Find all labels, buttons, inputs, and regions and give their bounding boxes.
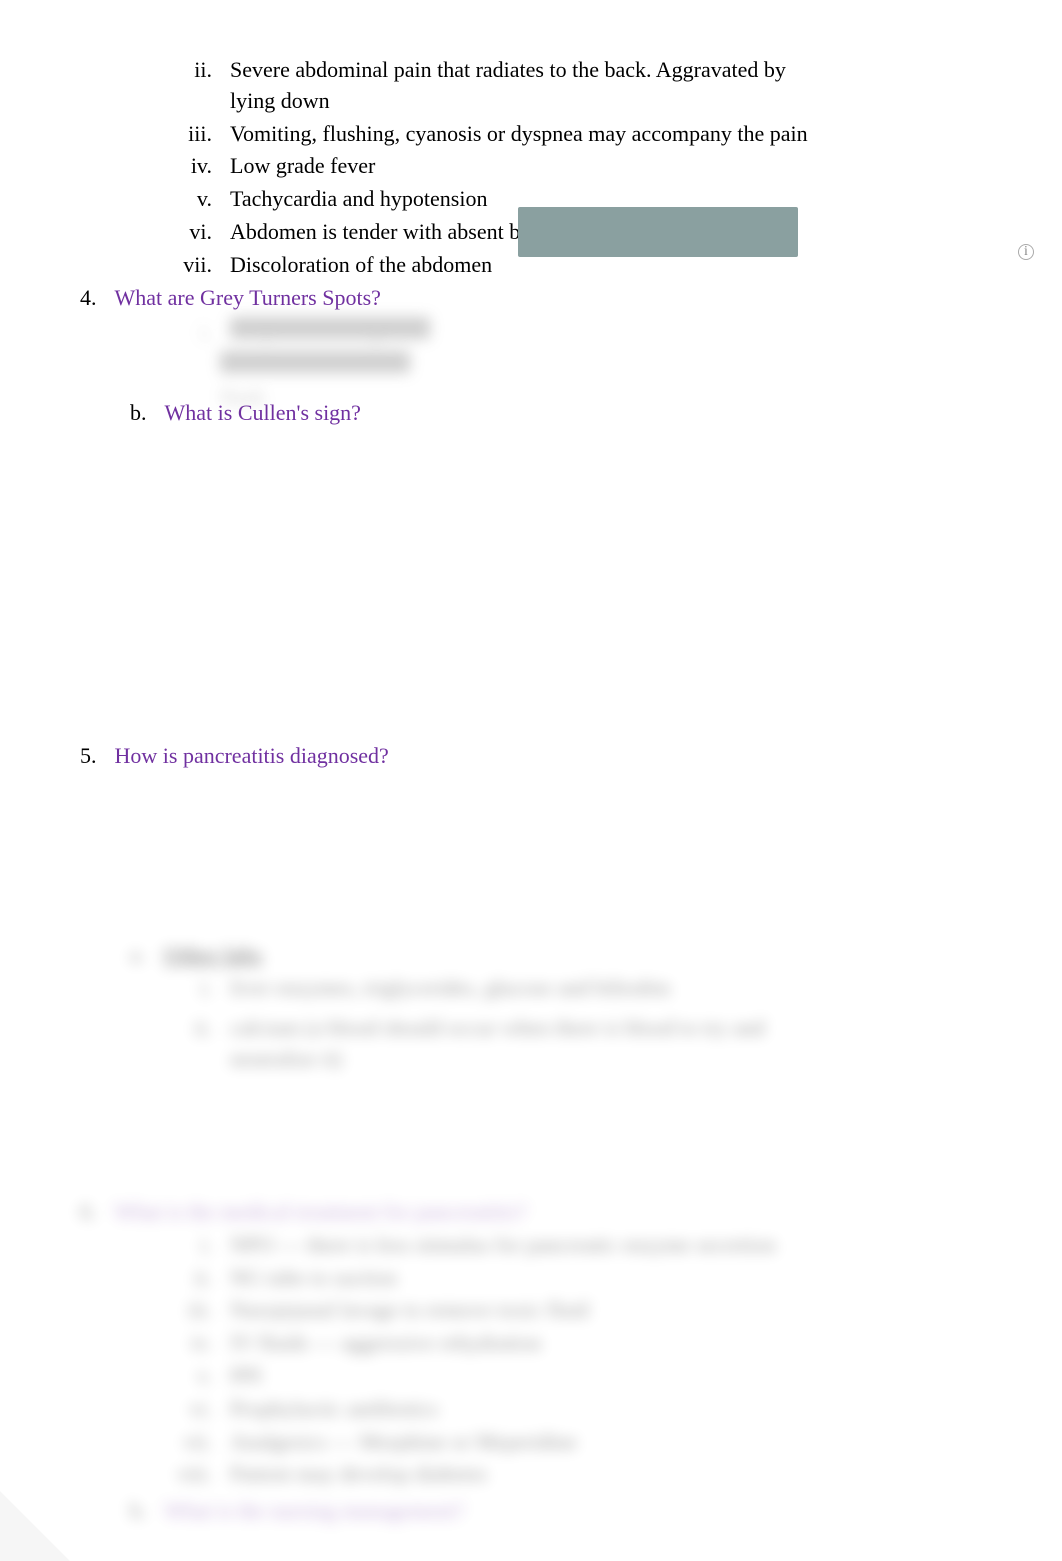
info-icon[interactable]: i — [1018, 244, 1034, 260]
list-item: iii. Nasojejunal lavage to remove toxic … — [175, 1295, 1002, 1326]
spacer — [80, 1077, 1002, 1197]
item-marker: 5. — [80, 741, 115, 772]
section-label: Other labs — [163, 940, 262, 971]
item-marker: vii. — [175, 250, 230, 281]
list-item: ii. calcium (a blood should occur when t… — [175, 1013, 1002, 1075]
question-text: What is Cullen's sign? — [165, 398, 361, 429]
list-item: ii. NG tube to suction — [175, 1263, 1002, 1294]
list-item: 4. What are Grey Turners Spots? — [80, 283, 1002, 314]
item-marker: iii. — [175, 1295, 230, 1326]
item-marker: 6. — [80, 1197, 115, 1228]
document-content: ii. Severe abdominal pain that radiates … — [0, 55, 1062, 1527]
item-text: Patient may develop diabetes — [230, 1459, 810, 1490]
list-item: i. liver enzymes, triglycerides, glucose… — [175, 973, 1002, 1004]
spacer — [80, 774, 1002, 934]
item-marker: vi. — [175, 1394, 230, 1425]
item-marker: v. — [175, 1361, 230, 1392]
blurred-section-q6: 6. What is the medical treatment for pan… — [80, 1197, 1002, 1527]
item-text: Vomiting, flushing, cyanosis or dyspnea … — [230, 119, 810, 150]
item-marker: b. — [130, 398, 165, 429]
item-marker: a. — [130, 940, 163, 971]
list-item: iv. Low grade fever — [175, 151, 1002, 182]
list-item: i. NPO — there is less stimulus for panc… — [175, 1230, 1002, 1261]
item-marker: vi. — [175, 217, 230, 248]
item-text: Nasojejunal lavage to remove toxic fluid — [230, 1295, 810, 1326]
list-item: vii. Analgesics — Morphine or Meperidine — [175, 1427, 1002, 1458]
item-text: Analgesics — Morphine or Meperidine — [230, 1427, 810, 1458]
item-marker: iii. — [175, 119, 230, 150]
blurred-text: discoloration of the flank — [220, 351, 410, 373]
question-4b: b. What is Cullen's sign? — [130, 398, 1002, 429]
list-item: 6. What is the medical treatment for pan… — [80, 1197, 1002, 1228]
blurred-text: Grey Turner's sign — blue — [230, 317, 430, 339]
list-item: iii. Vomiting, flushing, cyanosis or dys… — [175, 119, 1002, 150]
item-marker: b. — [130, 1496, 165, 1527]
list-item: viii. Patient may develop diabetes — [175, 1459, 1002, 1490]
item-marker: i. — [175, 973, 230, 1004]
item-text: NPO — there is less stimulus for pancrea… — [230, 1230, 810, 1261]
blurred-section-labs: a. Other labs i. liver enzymes, triglyce… — [80, 940, 1002, 1075]
blurred-answer-4: i. Grey Turner's sign — blue discolorati… — [80, 317, 1002, 373]
question-text: What is the medical treatment for pancre… — [115, 1197, 527, 1228]
item-marker: ii. — [175, 1013, 230, 1075]
item-marker: i. — [175, 317, 230, 348]
item-marker: viii. — [175, 1459, 230, 1490]
item-text: Low grade fever — [230, 151, 810, 182]
item-text: Prophylactic antibiotics — [230, 1394, 810, 1425]
list-item: b. What is Cullen's sign? — [130, 398, 1002, 429]
item-text: PPI — [230, 1361, 810, 1392]
item-marker — [175, 351, 230, 373]
item-marker: ii. — [175, 1263, 230, 1294]
list-item: vi. Prophylactic antibiotics — [175, 1394, 1002, 1425]
question-5: 5. How is pancreatitis diagnosed? — [80, 741, 1002, 772]
list-item: ii. Severe abdominal pain that radiates … — [175, 55, 1002, 117]
item-marker: iv. — [175, 151, 230, 182]
medical-image-placeholder — [518, 207, 798, 257]
question-text: What is the nursing management? — [165, 1496, 464, 1527]
item-marker: ii. — [175, 55, 230, 117]
question-4: 4. What are Grey Turners Spots? — [80, 283, 1002, 314]
item-marker: 4. — [80, 283, 115, 314]
list-item: iv. IV fluids — aggressive rehydration — [175, 1328, 1002, 1359]
item-marker: v. — [175, 184, 230, 215]
item-marker: i. — [175, 1230, 230, 1261]
item-text: calcium (a blood should occur when there… — [230, 1013, 770, 1075]
item-marker: vii. — [175, 1427, 230, 1458]
list-item: 5. How is pancreatitis diagnosed? — [80, 741, 1002, 772]
list-item: v. PPI — [175, 1361, 1002, 1392]
item-text: liver enzymes, triglycerides, glucose an… — [230, 973, 710, 1004]
list-item: a. Other labs — [130, 940, 1002, 971]
item-marker: iv. — [175, 1328, 230, 1359]
item-text: IV fluids — aggressive rehydration — [230, 1328, 810, 1359]
page-corner-icon — [0, 1491, 70, 1561]
spacer — [80, 431, 1002, 741]
question-text: What are Grey Turners Spots? — [115, 283, 381, 314]
list-item: b. What is the nursing management? — [130, 1496, 1002, 1527]
item-text: Severe abdominal pain that radiates to t… — [230, 55, 810, 117]
question-text: How is pancreatitis diagnosed? — [115, 741, 389, 772]
item-text: NG tube to suction — [230, 1263, 810, 1294]
